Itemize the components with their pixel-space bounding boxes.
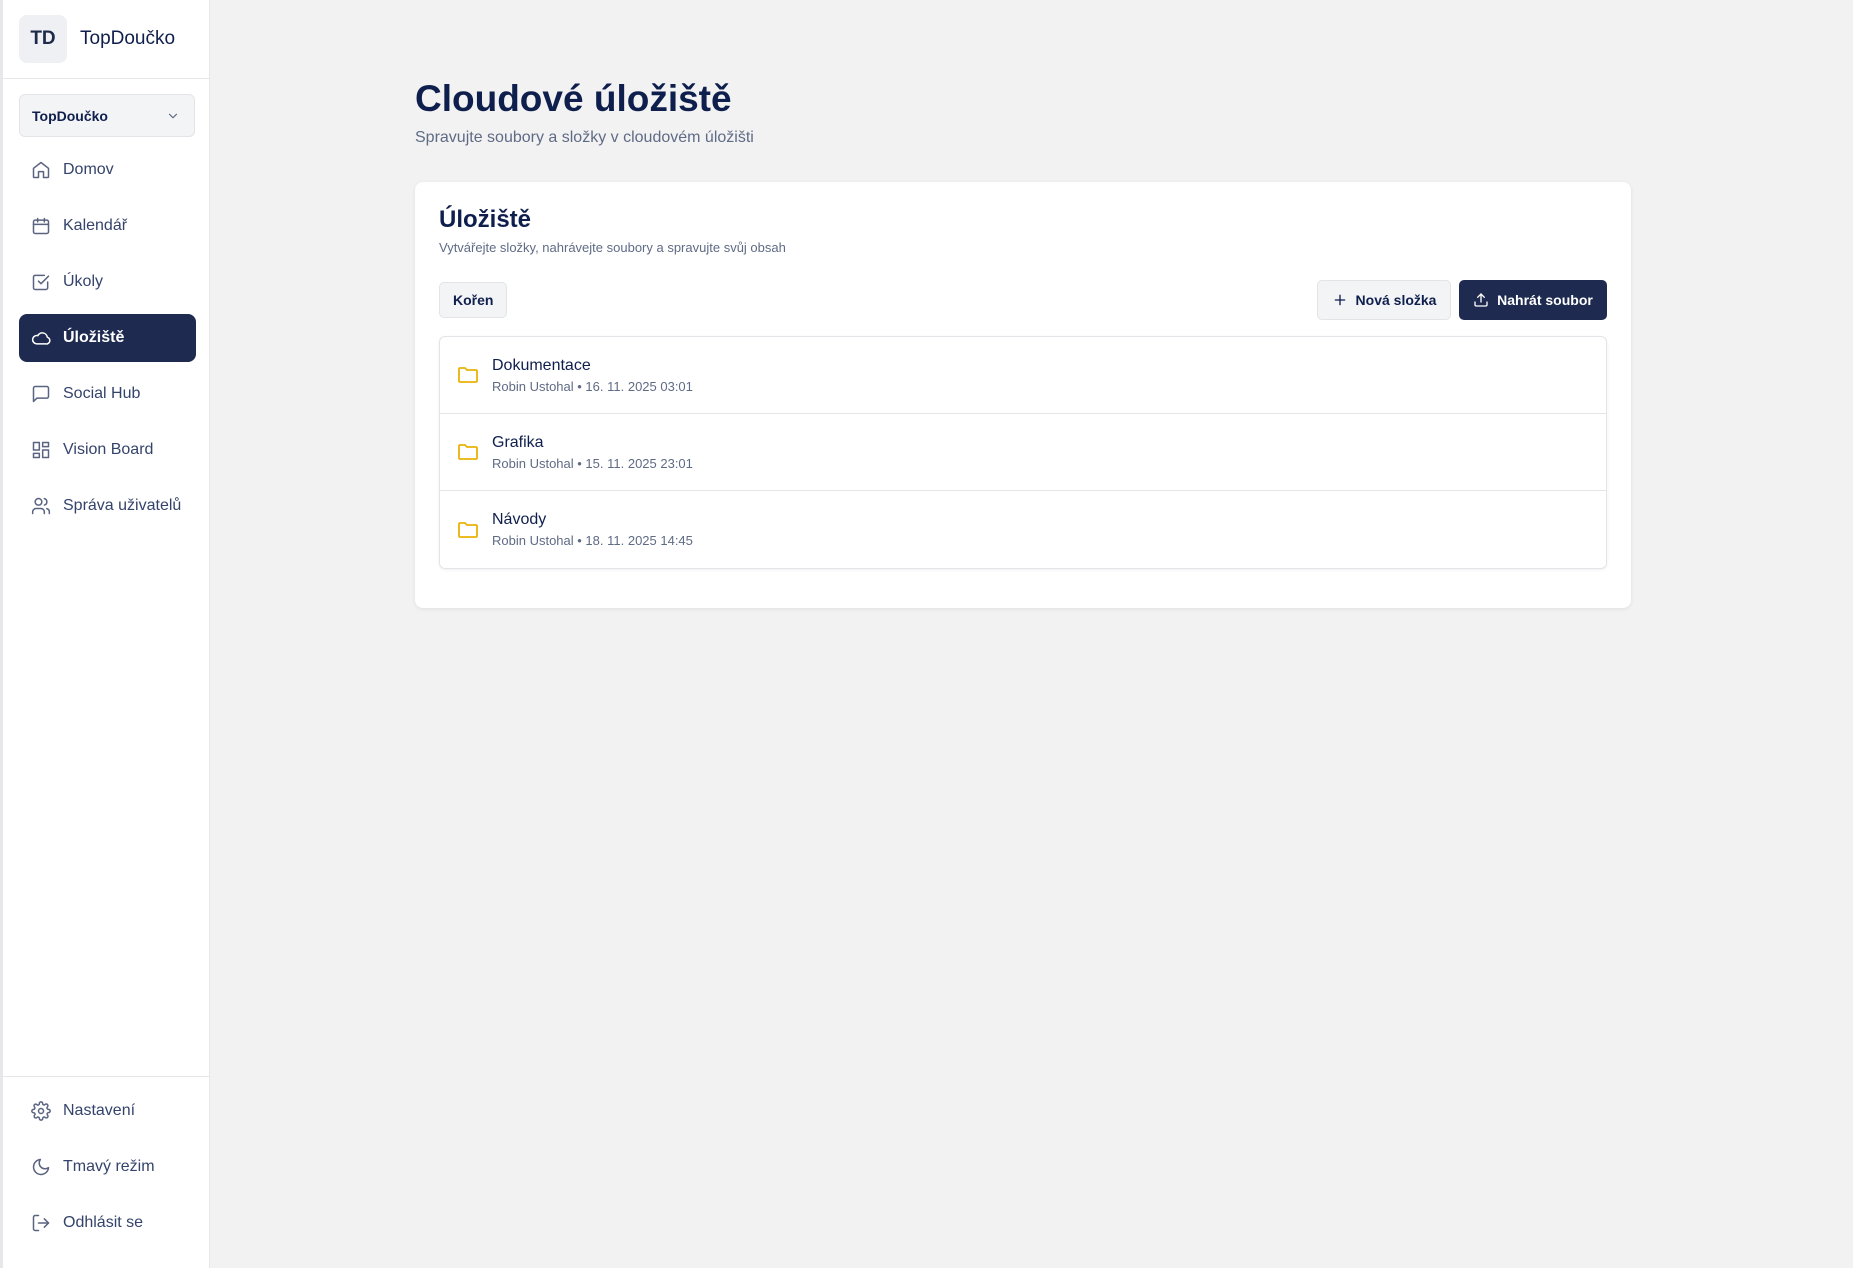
- nav-item-label: Úložiště: [63, 329, 125, 346]
- folder-row[interactable]: Dokumentace Robin Ustohal • 16. 11. 2025…: [440, 337, 1606, 414]
- sidebar: TD TopDoučko TopDoučko Domov Kalendář Úk…: [0, 0, 210, 1268]
- brand-avatar: TD: [19, 15, 67, 63]
- plus-icon: [1334, 294, 1345, 306]
- breadcrumb-root[interactable]: Kořen: [439, 282, 508, 318]
- new-folder-label: Nová složka: [1355, 292, 1437, 308]
- nav-item-nastaveni[interactable]: Nastavení: [19, 1087, 194, 1135]
- storage-subtitle: Vytvářejte složky, nahrávejte soubory a …: [439, 240, 786, 255]
- new-folder-button[interactable]: Nová složka: [1317, 280, 1451, 320]
- nav-item-label: Vision Board: [63, 441, 154, 458]
- chevron-down-icon: [168, 113, 178, 118]
- logout-icon: [32, 1214, 50, 1232]
- users-icon: [31, 497, 51, 515]
- folder-meta: Robin Ustohal • 18. 11. 2025 14:45: [492, 533, 693, 548]
- storage-card: Úložiště Vytvářejte složky, nahrávejte s…: [415, 182, 1631, 608]
- nav-item-uloziste[interactable]: Úložiště: [19, 314, 196, 362]
- page-subtitle: Spravujte soubory a složky v cloudovém ú…: [415, 129, 754, 146]
- message-icon: [32, 385, 50, 403]
- nav-item-vision-board[interactable]: Vision Board: [19, 426, 196, 474]
- nav-item-label: Tmavý režim: [63, 1158, 155, 1175]
- nav-item-label: Správa uživatelů: [63, 497, 182, 514]
- home-icon: [32, 161, 50, 179]
- folder-row[interactable]: Grafika Robin Ustohal • 15. 11. 2025 23:…: [440, 414, 1606, 491]
- brand-name: TopDoučko: [80, 28, 176, 49]
- nav-item-kalendar[interactable]: Kalendář: [19, 202, 196, 250]
- moon-icon: [32, 1158, 50, 1176]
- organization-select[interactable]: TopDoučko: [19, 94, 195, 137]
- brand[interactable]: TD TopDoučko: [3, 0, 209, 79]
- folder-name: Grafika: [492, 433, 544, 451]
- nav-item-label: Domov: [63, 161, 114, 178]
- folder-name: Návody: [492, 511, 547, 528]
- nav-item-social-hub[interactable]: Social Hub: [19, 370, 196, 418]
- folder-icon: [458, 367, 478, 383]
- nav-item-odhlasit[interactable]: Odhlásit se: [19, 1199, 194, 1247]
- folder-icon: [458, 521, 478, 538]
- upload-file-label: Nahrát soubor: [1497, 292, 1593, 308]
- nav-item-tmavy-rezim[interactable]: Tmavý režim: [19, 1143, 194, 1191]
- nav-item-domov[interactable]: Domov: [19, 146, 196, 194]
- nav-item-label: Kalendář: [63, 217, 128, 234]
- folder-list: Dokumentace Robin Ustohal • 16. 11. 2025…: [439, 336, 1607, 569]
- nav-item-label: Nastavení: [63, 1102, 136, 1119]
- folder-name: Dokumentace: [492, 356, 591, 374]
- cloud-icon: [31, 332, 51, 345]
- nav-item-label: Úkoly: [63, 273, 104, 290]
- check-square-icon: [32, 274, 50, 291]
- nav-item-sprava-uzivatelu[interactable]: Správa uživatelů: [19, 482, 196, 530]
- nav-item-label: Odhlásit se: [63, 1214, 144, 1231]
- sidebar-bottom: Nastavení Tmavý režim Odhlásit se: [3, 1076, 210, 1255]
- folder-row[interactable]: Návody Robin Ustohal • 18. 11. 2025 14:4…: [440, 491, 1606, 568]
- calendar-icon: [32, 217, 50, 235]
- nav-item-label: Social Hub: [63, 385, 141, 402]
- organization-select-value: TopDoučko: [32, 107, 108, 124]
- main-nav: Domov Kalendář Úkoly Úložiště Social Hub…: [19, 146, 196, 538]
- upload-icon: [1474, 293, 1488, 307]
- folder-meta: Robin Ustohal • 16. 11. 2025 03:01: [492, 378, 693, 394]
- grid-icon: [32, 441, 50, 459]
- page-title: Cloudové úložiště: [415, 78, 732, 119]
- storage-title: Úložiště: [439, 206, 532, 233]
- folder-icon: [458, 444, 478, 460]
- gear-icon: [31, 1101, 51, 1121]
- upload-file-button[interactable]: Nahrát soubor: [1459, 280, 1607, 320]
- nav-item-ukoly[interactable]: Úkoly: [19, 258, 196, 306]
- folder-meta: Robin Ustohal • 15. 11. 2025 23:01: [492, 455, 693, 471]
